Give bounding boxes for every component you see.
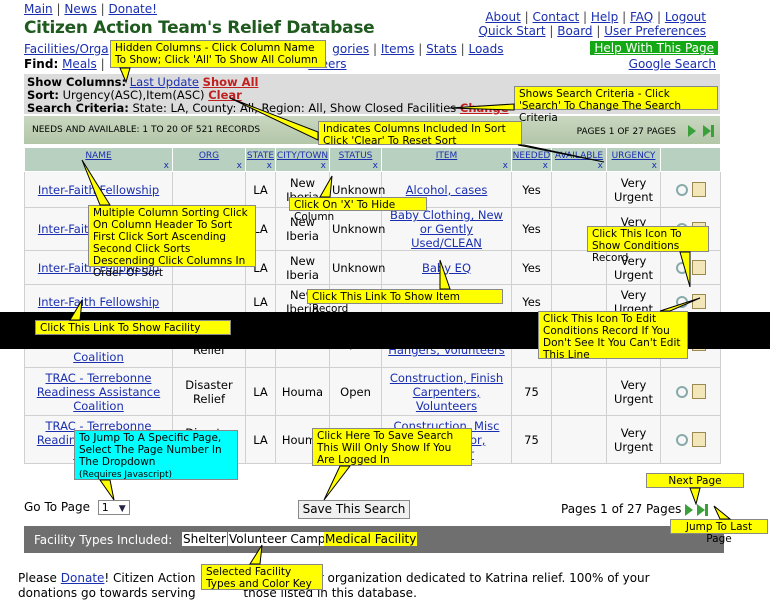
pointer-next-page (689, 487, 701, 506)
pointer-sort-columns (229, 97, 319, 141)
pointer-item-record (439, 259, 451, 290)
pointer-search-criteria (449, 103, 515, 111)
pointer-multi-sort (81, 159, 111, 206)
pointer-save-search (323, 465, 352, 501)
pointer-show-conditions (679, 251, 691, 288)
pointer-sort-urgency (517, 144, 605, 163)
pointer-hide-column (319, 175, 333, 198)
callout-pointers (69, 67, 732, 565)
pointer-edit-conditions (659, 297, 701, 312)
pointer-jump-page (99, 479, 115, 501)
pointer-hidden-columns (119, 67, 131, 84)
pointer-facility-record (69, 299, 83, 321)
pointer-last-page (713, 505, 732, 520)
pointer-facility-types (249, 544, 263, 565)
